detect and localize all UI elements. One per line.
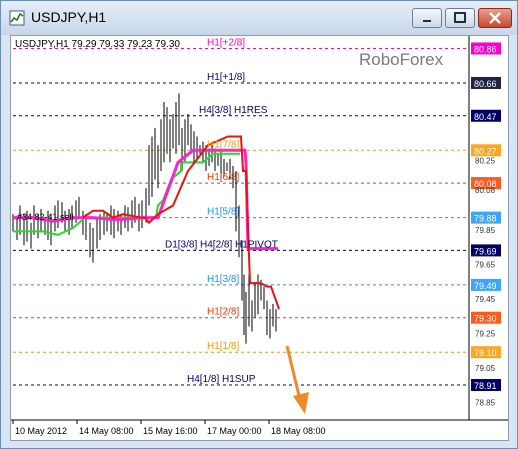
level-label: D1[3/8] H4[2/8] H1PIVOT <box>165 239 278 250</box>
price-tag-label: 80.27 <box>474 146 497 156</box>
minimize-icon <box>423 20 431 22</box>
price-chart[interactable]: 80.86 H1[+2/8] 80.66 H1[+1/8] 80.47 H4[3/8] H… <box>11 36 508 440</box>
chart-header: USDJPY,H1 79.29 79.33 79.23 79.30 <box>15 39 180 50</box>
maximize-icon <box>454 12 466 23</box>
title-bar[interactable]: USDJPY,H1 <box>1 1 517 35</box>
price-tag-label: 80.66 <box>474 79 497 89</box>
price-tag-label: 78.91 <box>474 381 497 391</box>
level-label: H1[1/8] <box>207 341 239 352</box>
price-tick-label: 78.85 <box>475 398 496 407</box>
level-label: H1[2/8] <box>207 307 239 318</box>
trade-note: #34 82-41 sell <box>17 212 74 222</box>
level-label: H1[+2/8] <box>207 37 245 48</box>
price-tag-label: 79.10 <box>474 348 497 358</box>
price-tag-label: 79.88 <box>474 214 497 224</box>
price-tick-label: 79.05 <box>475 364 496 373</box>
close-icon <box>489 12 501 24</box>
level-label: H1[+1/8] <box>207 72 245 83</box>
time-tick-label: 14 May 08:00 <box>79 426 134 436</box>
price-tag-label: 79.30 <box>474 314 497 324</box>
time-tick-label: 18 May 08:00 <box>271 426 326 436</box>
watermark: RoboForex <box>359 50 444 69</box>
price-tick-label: 79.85 <box>475 226 496 235</box>
forecast-arrow <box>285 345 309 414</box>
price-tag-label: 79.49 <box>474 281 497 291</box>
level-label: H1[5/8] <box>207 207 239 218</box>
price-tag-label: 79.69 <box>474 246 497 256</box>
arrow-head <box>293 392 309 414</box>
price-tick-label: 80.25 <box>475 157 496 166</box>
price-tick-label: 80.08 <box>475 186 496 195</box>
price-tick-label: 79.65 <box>475 260 496 269</box>
chart-area[interactable]: 80.86 H1[+2/8] 80.66 H1[+1/8] 80.47 H4[3/8] H… <box>10 35 509 441</box>
level-label: H1[6/8] <box>207 172 239 183</box>
level-label: H1[3/8] <box>207 274 239 285</box>
window-title: USDJPY,H1 <box>31 9 107 25</box>
level-label: H4[3/8] H1RES <box>199 105 268 116</box>
chart-icon <box>9 10 25 26</box>
maximize-button[interactable] <box>445 8 475 28</box>
price-tick-label: 79.25 <box>475 329 496 338</box>
minimize-button[interactable] <box>412 8 442 28</box>
price-tag-label: 80.47 <box>474 112 497 122</box>
price-tag-label: 80.86 <box>474 44 497 54</box>
close-button[interactable] <box>478 8 512 28</box>
level-label: H4[1/8] H1SUP <box>187 374 256 385</box>
level-label: H1[7/8] <box>207 139 239 150</box>
time-tick-label: 17 May 00:00 <box>207 426 262 436</box>
time-tick-label: 15 May 16:00 <box>143 426 198 436</box>
time-tick-label: 10 May 2012 <box>15 426 67 436</box>
terminal-window: USDJPY,H1 80.86 H1[+2/8] 80.66 H1[+1/8] 80.4… <box>0 0 518 449</box>
price-tick-label: 79.45 <box>475 295 496 304</box>
